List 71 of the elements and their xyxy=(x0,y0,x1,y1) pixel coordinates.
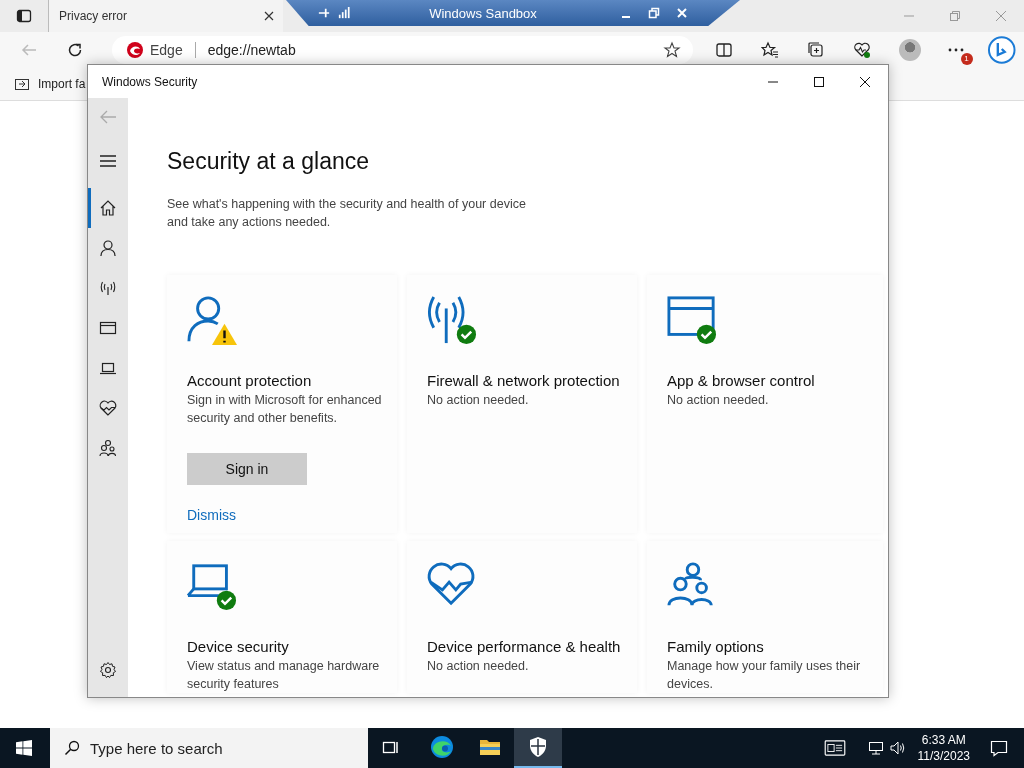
clock-date: 11/3/2023 xyxy=(917,748,970,764)
window-title: Windows Security xyxy=(102,74,198,89)
page-subtitle: See what's happening with the security and health of your device and take any actions needed. xyxy=(167,196,527,231)
taskbar-app[interactable] xyxy=(514,728,562,768)
card-description: View status and manage hardware security features xyxy=(187,658,381,693)
favorites-item[interactable]: Import fa xyxy=(14,76,86,92)
swirl-icon xyxy=(430,735,454,759)
url-text: edge://newtab xyxy=(207,42,296,58)
network-icon[interactable] xyxy=(867,740,884,756)
card-description: Manage how your family uses their devices. xyxy=(667,658,862,693)
status-card[interactable]: Firewall & network protection No action needed. xyxy=(407,275,637,533)
page-heading: Security at a glance xyxy=(167,148,370,175)
window-icon xyxy=(99,319,117,337)
card-title: Family options xyxy=(667,637,764,657)
clock-time: 6:33 AM xyxy=(921,732,966,748)
import-icon xyxy=(14,76,30,92)
notification-icon[interactable] xyxy=(990,739,1008,757)
edge-logo-icon xyxy=(126,41,144,59)
profile-avatar[interactable] xyxy=(898,39,921,61)
maximize-icon[interactable] xyxy=(813,75,825,88)
dismiss-link[interactable]: Dismiss xyxy=(187,507,236,523)
status-card[interactable]: Family options Manage how your family uses their devices. xyxy=(647,541,883,693)
sandbox-title: Windows Sandbox xyxy=(428,5,538,21)
health-icon[interactable] xyxy=(852,41,871,59)
address-field[interactable]: Edge edge://newtab xyxy=(112,36,693,64)
card-title: Device performance & health xyxy=(427,637,621,657)
sign-in-button[interactable]: Sign in xyxy=(187,453,307,485)
heart-icon xyxy=(99,399,117,417)
search-icon xyxy=(64,740,80,756)
signal-icon xyxy=(338,7,350,19)
volume-icon[interactable] xyxy=(889,740,906,756)
star-icon[interactable] xyxy=(662,41,681,59)
card-description: No action needed. xyxy=(427,392,529,409)
search-field[interactable]: Type here to search xyxy=(50,728,368,768)
clock[interactable]: 6:33 AM 11/3/2023 xyxy=(917,732,970,764)
card-title: Firewall & network protection xyxy=(427,371,620,391)
browser-status-icon xyxy=(667,295,717,345)
notification-badge: 1 xyxy=(960,53,973,65)
refresh-icon[interactable] xyxy=(66,41,84,59)
antenna-icon xyxy=(99,279,117,297)
wireless-status-icon xyxy=(427,295,477,345)
chat-bubble-icon[interactable] xyxy=(986,35,1016,65)
home-icon xyxy=(99,199,117,217)
card-title: App & browser control xyxy=(667,371,815,391)
laptop-status-icon xyxy=(187,561,237,611)
tab-actions-icon[interactable] xyxy=(16,8,32,24)
site-label: Edge xyxy=(150,42,183,58)
card-title: Device security xyxy=(187,637,289,657)
start-icon[interactable] xyxy=(16,740,32,756)
restore-icon[interactable] xyxy=(648,7,660,19)
collections-icon[interactable] xyxy=(806,41,825,59)
favorites-icon[interactable] xyxy=(760,41,779,59)
person-status-icon xyxy=(187,295,237,345)
status-card[interactable]: Device security View status and manage hardware security features xyxy=(167,541,397,693)
card-title: Account protection xyxy=(187,371,312,391)
status-card[interactable]: App & browser control No action needed. xyxy=(647,275,883,533)
pin-icon[interactable] xyxy=(318,7,330,19)
close-icon[interactable] xyxy=(263,10,275,22)
news-icon[interactable] xyxy=(823,740,846,756)
person-icon xyxy=(99,239,117,257)
card-description: No action needed. xyxy=(427,658,529,675)
card-description: Sign in with Microsoft for enhanced security and other benefits. xyxy=(187,392,383,427)
settings-icon[interactable] xyxy=(99,661,117,679)
status-card[interactable]: Device performance & health No action needed. xyxy=(407,541,637,693)
close-icon[interactable] xyxy=(859,75,871,88)
card-description: No action needed. xyxy=(667,392,769,409)
split-screen-icon[interactable] xyxy=(714,41,733,59)
status-card[interactable]: Account protection Sign in with Microsoft for enhanced security and other benefits. Sign in Dismiss xyxy=(167,275,397,533)
browser-tab[interactable]: Privacy error xyxy=(48,0,283,32)
menu-icon[interactable] xyxy=(99,152,117,170)
family-icon xyxy=(99,439,117,457)
